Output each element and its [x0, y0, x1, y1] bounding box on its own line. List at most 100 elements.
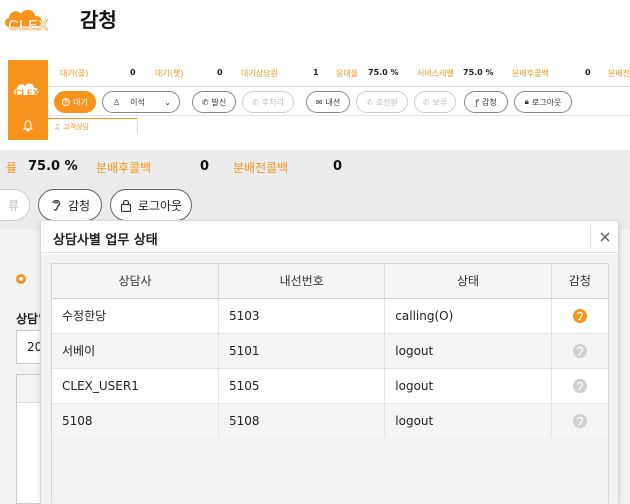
- status-select[interactable]: ♙ 이석 ⌄: [102, 91, 180, 113]
- agent-cell: 수정한당: [52, 298, 220, 334]
- stat-label: 분배후콜백: [512, 69, 549, 78]
- tab-customer-consult[interactable]: ♫ 고객상담: [48, 118, 138, 134]
- agent-status-table: 상담사 내선번호 상태 감청 수정한당 5103 calling(O) 서베이 …: [51, 263, 609, 503]
- monitor-ear-icon[interactable]: [572, 378, 587, 393]
- dial-button[interactable]: ✆ 발신: [192, 91, 236, 113]
- close-icon: [600, 232, 609, 242]
- tab-label: 고객상담: [63, 122, 90, 131]
- transfer-icon: ✆: [366, 97, 373, 107]
- status-select-value: 이석: [130, 97, 145, 107]
- table-row[interactable]: CLEX_USER1 5105 logout: [52, 368, 608, 404]
- hold-button[interactable]: ✆ 보류: [414, 91, 456, 113]
- stat-value: 0: [585, 68, 591, 77]
- logout-button[interactable]: 🔒︎ 로그아웃: [514, 91, 572, 113]
- extension-cell: 5105: [218, 368, 386, 404]
- status-cell: logout: [384, 403, 552, 439]
- agent-cell: 서베이: [52, 333, 220, 369]
- clex-logo: CLEX: [4, 10, 48, 34]
- table-header-row: 상담사 내선번호 상태 감청: [52, 264, 608, 299]
- extension-cell: 5103: [218, 298, 386, 334]
- stat-label: 률: [6, 161, 18, 175]
- dial-label: 발신: [211, 97, 227, 107]
- modal-title: 상담사별 업무 상태: [53, 233, 158, 248]
- zoom-stats-bar: 률 75.0 % 분배후콜백 0 분배전콜백 0: [0, 150, 630, 182]
- column-header[interactable]: 상태: [384, 264, 552, 299]
- stat-value: 75.0 %: [368, 68, 399, 77]
- status-ready-label: 대기: [73, 97, 88, 107]
- stat-label: 서비스레벨: [417, 69, 454, 78]
- agent-cell: CLEX_USER1: [52, 368, 220, 404]
- stat-value: 1: [313, 68, 319, 77]
- hold-label: 보류: [432, 97, 448, 107]
- status-ready-button[interactable]: B 대기: [54, 91, 96, 113]
- extension-button[interactable]: ✉ 내선: [306, 91, 350, 113]
- agent-status-modal: 상담사별 업무 상태 상담사 내선번호 상태 감청 수정한당 5103 call…: [40, 220, 619, 504]
- logout-button-large[interactable]: 로그아웃: [110, 189, 192, 221]
- stat-value: 0: [200, 159, 210, 174]
- ear-icon: ꝭ: [475, 97, 480, 107]
- stat-value: 0: [217, 68, 223, 77]
- transfer-button[interactable]: ✆ 호전환: [356, 91, 408, 113]
- monitor-ear-icon[interactable]: [572, 343, 587, 358]
- extension-label: 내선: [325, 97, 341, 107]
- status-cell: calling(O): [384, 298, 552, 334]
- status-cell: logout: [384, 333, 552, 369]
- stat-label: 응대율: [336, 69, 359, 78]
- after-call-button[interactable]: ✆ 후처리: [242, 91, 294, 113]
- thumb-sidebar: CLEX: [8, 60, 48, 140]
- monitor-label: 감청: [482, 97, 497, 107]
- monitor-button-large[interactable]: 감청: [38, 189, 102, 221]
- logout-label: 로그아웃: [137, 198, 183, 213]
- svg-text:CLEX: CLEX: [15, 88, 39, 98]
- table-empty-area: [52, 438, 608, 503]
- status-cell: logout: [384, 368, 552, 404]
- stat-value: 75.0 %: [28, 159, 78, 174]
- extension-cell: 5101: [218, 333, 386, 369]
- bell-icon[interactable]: [22, 120, 34, 132]
- transfer-label: 호전환: [375, 97, 398, 107]
- table-row[interactable]: 5108 5108 logout: [52, 403, 608, 439]
- stat-label: 대기상담원: [241, 69, 278, 78]
- extension-icon: ✉: [315, 97, 323, 107]
- agent-cell: 5108: [52, 403, 220, 439]
- modal-header: 상담사별 업무 상태: [41, 221, 618, 253]
- column-header[interactable]: 상담사: [52, 264, 220, 299]
- svg-text:CLEX: CLEX: [8, 17, 48, 34]
- column-header[interactable]: 감청: [551, 264, 608, 299]
- lock-icon: 🔒︎: [524, 97, 529, 106]
- phone-icon: ✆: [252, 97, 259, 107]
- person-icon: ♙: [113, 97, 121, 107]
- headset-icon: ♫: [54, 122, 61, 131]
- hold-button-partial[interactable]: 류: [0, 189, 30, 221]
- table-row[interactable]: 서베이 5101 logout: [52, 333, 608, 369]
- chevron-down-icon: ⌄: [164, 98, 171, 107]
- table-row[interactable]: 수정한당 5103 calling(O): [52, 298, 608, 334]
- stat-value: 0: [130, 68, 136, 77]
- ear-icon: [52, 199, 61, 211]
- app-header: CLEX 감청: [0, 0, 630, 58]
- thumb-toolbar: B 대기 ♙ 이석 ⌄ ✆ 발신 ✆ 후처리 ✉ 내선 ✆ 호전환 ✆ 보류 ꝭ…: [48, 86, 630, 116]
- monitor-label: 감청: [67, 198, 91, 213]
- ready-icon: B: [62, 98, 71, 106]
- stat-label: 분배전콜백: [233, 161, 289, 175]
- extension-cell: 5108: [218, 403, 386, 439]
- stat-label: 분배전: [608, 69, 630, 78]
- stat-value: 0: [333, 159, 343, 174]
- stat-label: 대기(챗): [155, 69, 184, 78]
- field-label: 상담': [16, 312, 42, 326]
- radio-button[interactable]: [16, 274, 26, 284]
- app-thumbnail: CLEX 대기(콜) 0 대기(챗) 0 대기상담원 1 응대율 75.0 % …: [8, 60, 630, 140]
- logout-label: 로그아웃: [531, 97, 562, 107]
- monitor-ear-icon[interactable]: [572, 413, 587, 428]
- after-call-label: 후처리: [261, 97, 284, 107]
- monitor-ear-icon[interactable]: [572, 308, 587, 323]
- stat-label: 분배후콜백: [96, 161, 152, 175]
- stat-value: 75.0 %: [463, 68, 494, 77]
- modal-body: 상담사 내선번호 상태 감청 수정한당 5103 calling(O) 서베이 …: [41, 254, 618, 504]
- hold-icon: ✆: [422, 97, 430, 107]
- monitor-button[interactable]: ꝭ 감청: [464, 91, 508, 113]
- close-button[interactable]: [590, 225, 618, 249]
- lock-icon: [120, 199, 132, 212]
- column-header[interactable]: 내선번호: [218, 264, 386, 299]
- page-title: 감청: [80, 8, 117, 32]
